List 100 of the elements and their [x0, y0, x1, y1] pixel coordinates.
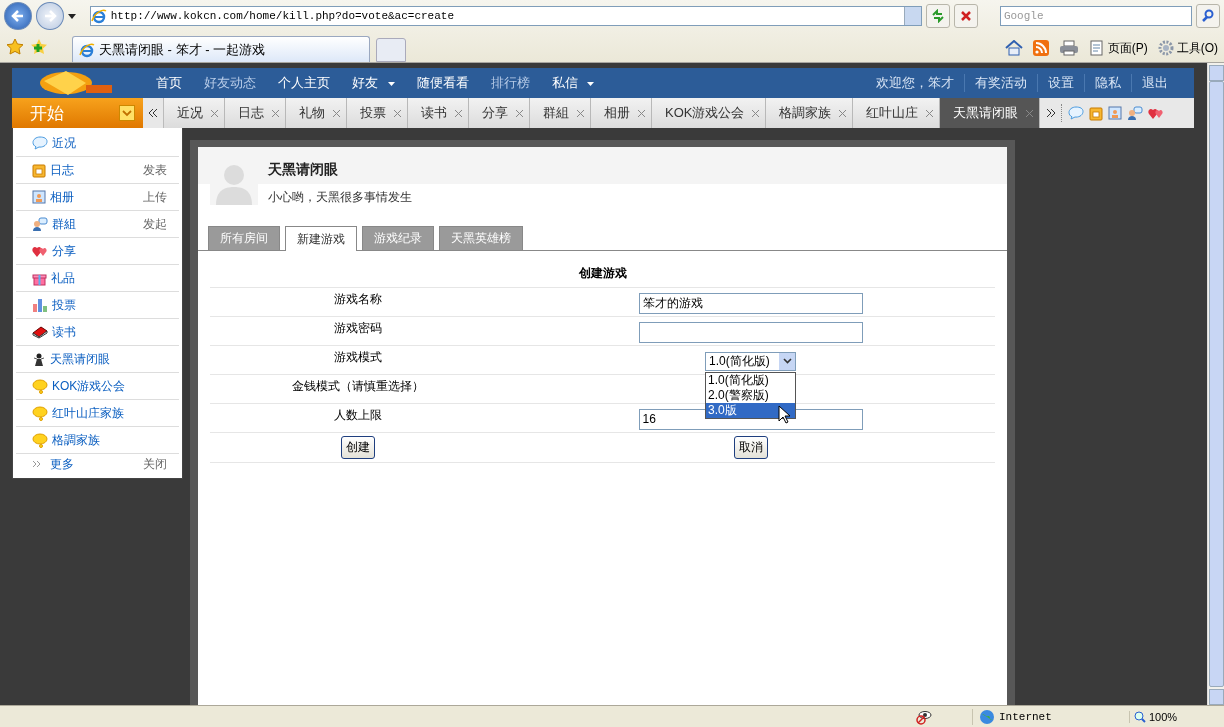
nav-link[interactable]: 有奖活动 — [964, 74, 1037, 92]
menu-item[interactable]: 天黑请闭眼 — [50, 350, 110, 368]
refresh-button[interactable] — [926, 4, 950, 28]
tab[interactable]: 日志 — [225, 98, 286, 128]
nav-link[interactable]: 私信 — [551, 74, 595, 92]
zoom-icon[interactable] — [1134, 710, 1146, 723]
nav-link[interactable]: 首页 — [156, 74, 182, 92]
address-bar[interactable]: http://www.kokcn.com/home/kill.php?do=vote&ac=create — [89, 6, 923, 26]
close-icon[interactable] — [394, 109, 401, 117]
tab[interactable]: 投票 — [347, 98, 408, 128]
tab[interactable]: 近况 — [164, 98, 225, 128]
menu-item[interactable]: 群組 — [52, 215, 76, 233]
nav-link[interactable]: 好友动态 — [204, 74, 256, 92]
dropdown-button[interactable] — [904, 7, 922, 25]
browser-tab[interactable]: 天黑请闭眼 - 笨才 - 一起游戏 — [72, 36, 370, 62]
caret-icon[interactable] — [587, 81, 595, 86]
stop-button[interactable] — [954, 4, 978, 28]
close-icon[interactable] — [516, 109, 523, 117]
close-icon[interactable] — [455, 109, 462, 117]
close-icon[interactable] — [211, 109, 218, 117]
menu-item[interactable]: 格調家族 — [52, 431, 100, 449]
menu-item[interactable]: 投票 — [52, 296, 76, 314]
menu-item[interactable]: 更多 — [50, 455, 74, 473]
back-arrow-icon[interactable] — [10, 9, 25, 23]
feed-icon[interactable] — [1032, 40, 1049, 56]
tab[interactable]: 相册 — [591, 98, 652, 128]
text-field[interactable]: 笨才的游戏 — [638, 292, 863, 314]
zoom-control[interactable]: 100% — [1129, 710, 1204, 723]
dropdown-option[interactable]: 3.0版 — [706, 402, 795, 418]
create-button[interactable]: 创建 — [341, 436, 375, 459]
menu-item[interactable]: 分享 — [52, 242, 76, 260]
game-subtitle: 小心哟，天黑很多事情发生 — [268, 189, 412, 206]
chevron-down-icon[interactable] — [782, 358, 792, 364]
nav-link[interactable]: 好友 — [352, 74, 395, 92]
tab[interactable]: 礼物 — [286, 98, 347, 128]
menu-action[interactable]: 关闭 — [143, 455, 167, 473]
home-icon[interactable] — [1004, 40, 1023, 56]
menu-item[interactable]: 日志 — [50, 161, 74, 179]
close-icon[interactable] — [272, 109, 279, 117]
browser-logo-icon — [90, 8, 107, 24]
menu-item[interactable]: 相册 — [50, 188, 74, 206]
menu-item[interactable]: 红叶山庄家族 — [52, 404, 124, 422]
text-field[interactable] — [638, 321, 863, 343]
new-tab-button[interactable] — [376, 38, 406, 62]
tab[interactable]: 新建游戏 — [285, 226, 357, 251]
nav-link[interactable]: 隐私 — [1084, 74, 1131, 92]
refresh-icon[interactable] — [931, 9, 946, 23]
scroll-right-icon[interactable] — [1046, 108, 1057, 118]
close-icon[interactable] — [752, 109, 760, 117]
menu-item[interactable]: 读书 — [52, 323, 76, 341]
dropdown-option[interactable]: 2.0(警察版) — [706, 387, 795, 403]
back-button[interactable] — [4, 2, 32, 30]
close-icon[interactable] — [577, 109, 584, 117]
thought-bubble-icon — [32, 378, 48, 394]
caret-icon[interactable] — [67, 13, 76, 19]
star-icon[interactable] — [6, 38, 24, 56]
close-icon[interactable] — [959, 10, 972, 22]
nav-link[interactable]: 个人主页 — [278, 74, 330, 92]
tab[interactable]: 读书 — [408, 98, 469, 128]
menu-item[interactable]: KOK游戏公会 — [52, 377, 126, 395]
tools-menu[interactable]: 工具(O) — [1157, 39, 1218, 57]
page-menu[interactable]: 页面(P) — [1088, 39, 1148, 57]
dropdown-option[interactable]: 1.0(简化版) — [706, 372, 795, 388]
add-favorite-icon[interactable] — [30, 38, 48, 56]
photo-frame-icon — [32, 190, 46, 204]
menu-action[interactable]: 发表 — [143, 161, 167, 179]
close-icon[interactable] — [638, 109, 645, 117]
page-icon[interactable] — [1088, 40, 1105, 56]
mode-dropdown[interactable]: 1.0(简化版) — [705, 351, 796, 371]
menu-item[interactable]: 礼品 — [51, 269, 75, 287]
tab[interactable]: 格調家族 — [766, 98, 854, 128]
gear-icon[interactable] — [1157, 40, 1174, 56]
cancel-button[interactable]: 取消 — [733, 436, 768, 459]
close-icon[interactable] — [1026, 109, 1034, 117]
menu-action[interactable]: 上传 — [143, 188, 167, 206]
search-icon[interactable] — [1201, 9, 1216, 23]
privacy-icon[interactable] — [916, 708, 932, 725]
search-field[interactable]: Google — [999, 6, 1193, 26]
nav-link[interactable]: 随便看看 — [416, 74, 469, 92]
close-icon[interactable] — [839, 109, 847, 117]
menu-action[interactable]: 发起 — [143, 215, 167, 233]
nav-link[interactable]: 欢迎您，笨才 — [866, 74, 964, 92]
nav-link[interactable]: 排行榜 — [490, 74, 530, 92]
caret-icon[interactable] — [387, 81, 395, 86]
tab[interactable]: 红叶山庄 — [853, 98, 941, 128]
close-icon[interactable] — [333, 109, 340, 117]
nav-link[interactable]: 设置 — [1037, 74, 1084, 92]
field-label: 游戏模式 — [333, 348, 383, 366]
close-icon[interactable] — [926, 109, 934, 117]
tab[interactable]: 天黑请闭眼 — [940, 98, 1041, 128]
browser-logo-icon — [79, 41, 95, 58]
menu-item[interactable]: 近况 — [52, 134, 76, 152]
nav-link[interactable]: 退出 — [1131, 74, 1178, 92]
tab[interactable]: KOK游戏公会 — [652, 98, 767, 128]
tab[interactable]: 分享 — [469, 98, 530, 128]
tab[interactable]: 群組 — [530, 98, 591, 128]
scroll-left-button[interactable] — [143, 98, 164, 128]
printer-icon[interactable] — [1058, 40, 1079, 56]
double-chevron-icon[interactable] — [148, 108, 158, 118]
search-button[interactable] — [1196, 4, 1220, 28]
